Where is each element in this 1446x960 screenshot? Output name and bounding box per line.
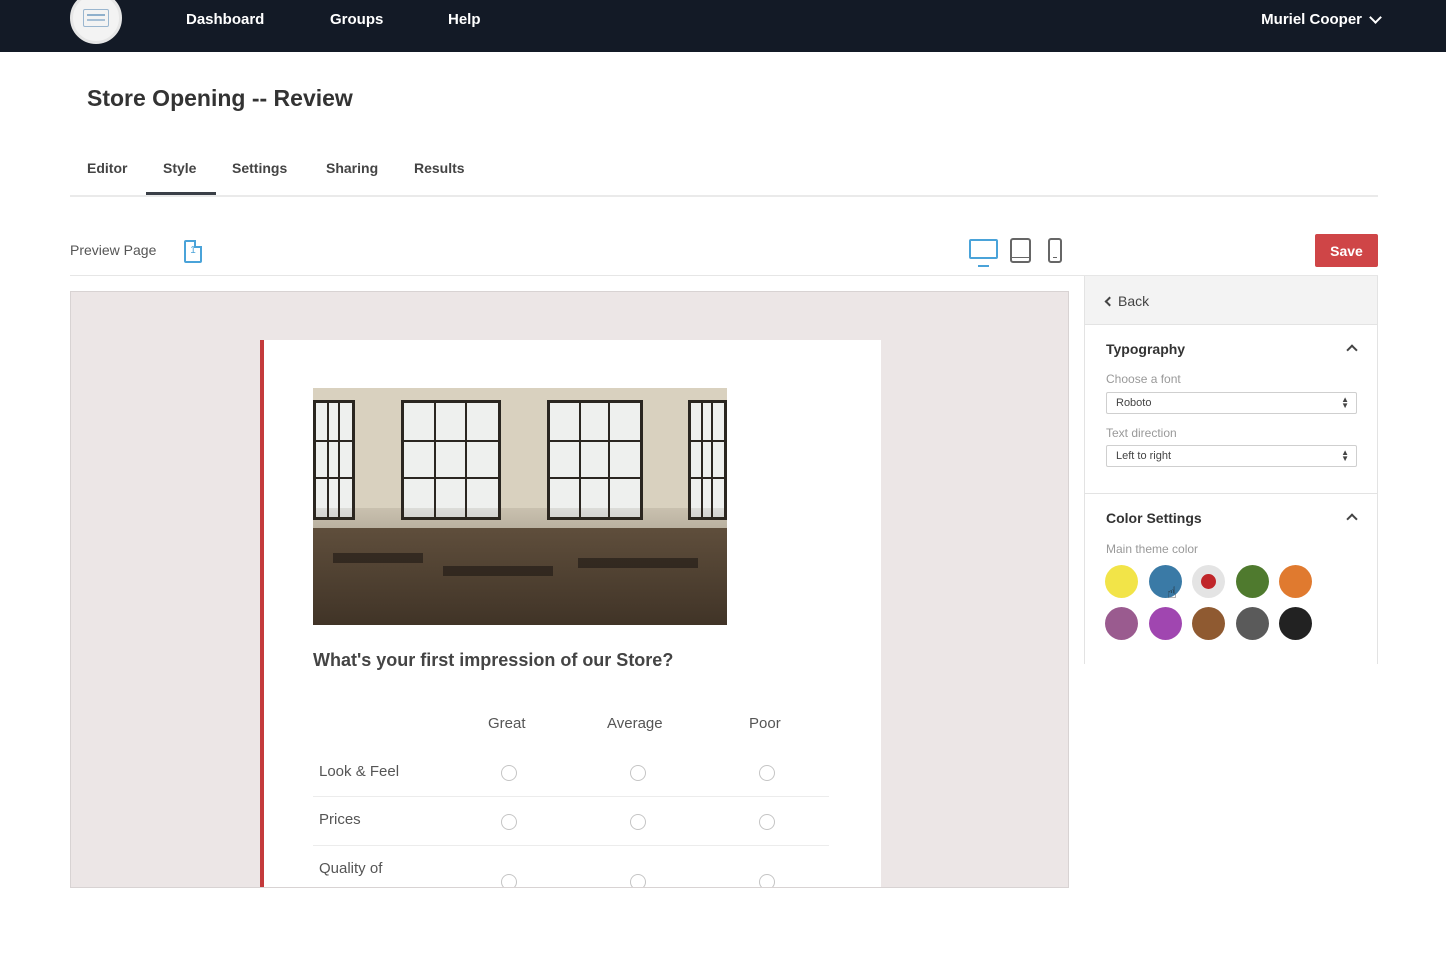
radio-average[interactable] [630, 874, 646, 887]
preview-canvas[interactable]: What's your first impression of our Stor… [70, 291, 1069, 888]
direction-select[interactable]: Left to right ▲ ▼ [1106, 445, 1357, 467]
photo-window [547, 400, 643, 520]
chevron-up-icon[interactable] [1346, 344, 1358, 356]
direction-value: Left to right [1116, 450, 1172, 462]
app-logo[interactable] [70, 0, 122, 44]
theme-color-label: Main theme color [1106, 542, 1199, 556]
color-swatch-blue[interactable] [1149, 565, 1182, 598]
nav-groups[interactable]: Groups [330, 11, 383, 28]
page-title: Store Opening -- Review [87, 85, 353, 111]
radio-great[interactable] [501, 765, 517, 781]
radio-great[interactable] [501, 874, 517, 887]
row-label: Quality of [319, 860, 383, 877]
chevron-up-icon[interactable] [1346, 513, 1358, 525]
color-swatch-red-selected[interactable] [1192, 565, 1225, 598]
tab-style[interactable]: Style [163, 160, 196, 176]
row-divider [313, 845, 829, 846]
row-label: Look & Feel [319, 763, 400, 780]
photo-wall [313, 388, 727, 528]
top-nav: Dashboard Groups Help Muriel Cooper [0, 0, 1446, 52]
radio-poor[interactable] [759, 874, 775, 887]
page-icon[interactable]: 1 [184, 240, 202, 263]
radio-great[interactable] [501, 814, 517, 830]
logo-mark [83, 9, 109, 27]
photo-window [401, 400, 501, 520]
radio-average[interactable] [630, 814, 646, 830]
color-swatch-brown[interactable] [1192, 607, 1225, 640]
color-swatch-gray[interactable] [1236, 607, 1269, 640]
chevron-left-icon [1104, 296, 1115, 306]
color-swatch-orange[interactable] [1279, 565, 1312, 598]
user-menu[interactable]: Muriel Cooper [1261, 10, 1382, 28]
radio-poor[interactable] [759, 814, 775, 830]
radio-poor[interactable] [759, 765, 775, 781]
direction-label: Text direction [1106, 426, 1177, 440]
color-swatch-black[interactable] [1279, 607, 1312, 640]
tablet-icon[interactable] [1010, 238, 1031, 263]
radio-average[interactable] [630, 765, 646, 781]
nav-dashboard[interactable]: Dashboard [186, 11, 264, 28]
font-value: Roboto [1116, 397, 1152, 409]
select-arrows-icon: ▲ ▼ [1341, 395, 1349, 410]
color-swatch-yellow[interactable] [1105, 565, 1138, 598]
column-header: Poor [749, 715, 781, 732]
selected-dot [1201, 574, 1216, 589]
desktop-icon[interactable] [969, 239, 998, 267]
user-name: Muriel Cooper [1261, 11, 1362, 28]
back-button[interactable]: Back [1104, 293, 1150, 309]
chevron-down-icon [1369, 10, 1382, 24]
column-header: Great [488, 715, 526, 732]
tab-editor[interactable]: Editor [87, 160, 127, 176]
color-swatch-green[interactable] [1236, 565, 1269, 598]
tab-results[interactable]: Results [414, 160, 465, 176]
color-settings-title: Color Settings [1106, 510, 1202, 526]
color-swatch-purple[interactable] [1149, 607, 1182, 640]
tab-bar: Editor Style Settings Sharing Results [70, 155, 1378, 197]
divider [1085, 493, 1377, 494]
phone-icon[interactable] [1048, 238, 1062, 263]
photo-shade [313, 508, 727, 625]
photo-window [313, 400, 355, 520]
active-tab-indicator [146, 192, 216, 195]
style-panel: Back Typography Choose a font Roboto ▲ ▼ … [1084, 276, 1378, 664]
color-swatch-mauve[interactable] [1105, 607, 1138, 640]
question-title: What's your first impression of our Stor… [313, 650, 674, 670]
panel-header: Back [1085, 276, 1377, 325]
hand-cursor-icon: ☝ [1167, 585, 1177, 602]
nav-help[interactable]: Help [448, 11, 481, 28]
store-interior-photo [313, 388, 727, 625]
column-header: Average [607, 715, 663, 732]
tab-settings[interactable]: Settings [232, 160, 287, 176]
back-label: Back [1118, 293, 1150, 309]
row-divider [313, 796, 829, 797]
preview-page-label: Preview Page [70, 242, 157, 258]
font-select[interactable]: Roboto ▲ ▼ [1106, 392, 1357, 414]
save-button[interactable]: Save [1315, 234, 1378, 267]
font-label: Choose a font [1106, 372, 1181, 386]
photo-window [688, 400, 727, 520]
select-arrows-icon: ▲ ▼ [1341, 448, 1349, 463]
typography-title: Typography [1106, 341, 1186, 357]
tab-sharing[interactable]: Sharing [326, 160, 378, 176]
survey-card: What's your first impression of our Stor… [260, 340, 881, 887]
row-label: Prices [319, 811, 361, 828]
